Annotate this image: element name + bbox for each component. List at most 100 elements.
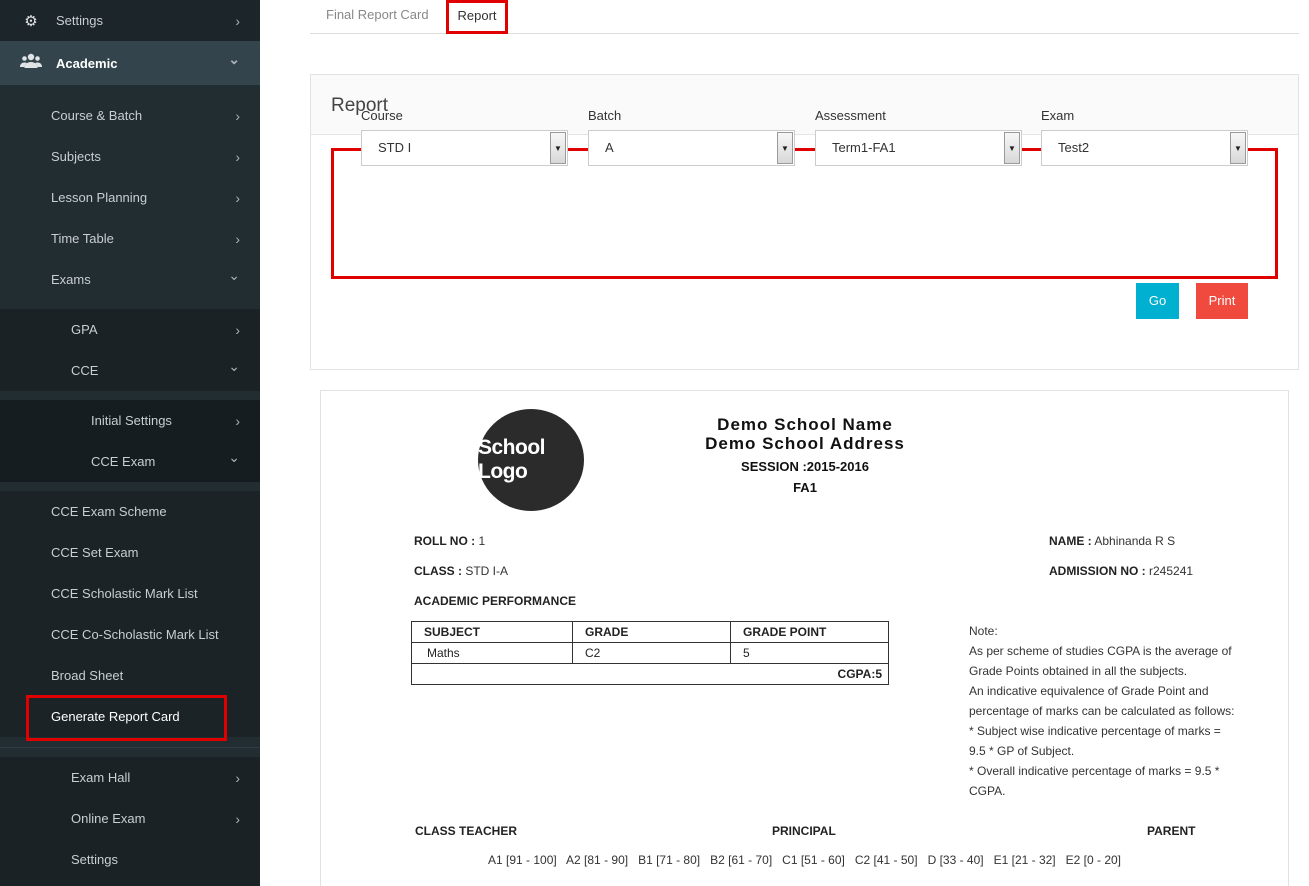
course-field: Course STD I ▼ <box>361 108 568 166</box>
sidebar-item-online-exam[interactable]: Online Exam › <box>0 798 260 839</box>
sidebar-item-initial-settings[interactable]: Initial Settings › <box>0 400 260 441</box>
highlight-box <box>26 695 227 741</box>
tab-bar: Final Report Card Report <box>310 0 1299 34</box>
sidebar-item-cce-exam-scheme[interactable]: CCE Exam Scheme <box>0 491 260 532</box>
exam-field: Exam Test2 ▼ <box>1041 108 1248 166</box>
sidebar-item-course-batch[interactable]: Course & Batch › <box>0 95 260 136</box>
batch-select[interactable]: A ▼ <box>588 130 795 166</box>
note-line: An indicative equivalence of Grade Point… <box>969 684 1209 698</box>
principal-label: PRINCIPAL <box>772 824 836 838</box>
dropdown-arrow-icon: ▼ <box>550 132 566 164</box>
student-name: NAME : Abhinanda R S <box>1049 534 1175 548</box>
chevron-right-icon: › <box>235 810 240 827</box>
exam-label: Exam <box>1041 108 1075 123</box>
cgpa-value: CGPA:5 <box>411 663 889 685</box>
assessment-label: Assessment <box>815 108 886 123</box>
column-header: SUBJECT <box>411 621 573 643</box>
note-line: * Overall indicative percentage of marks… <box>969 764 1220 778</box>
sidebar-item-label: CCE Co-Scholastic Mark List <box>51 627 219 642</box>
batch-label: Batch <box>588 108 622 123</box>
users-icon <box>20 53 42 73</box>
sidebar-item-time-table[interactable]: Time Table › <box>0 218 260 259</box>
table-header-row: SUBJECT GRADE GRADE POINT <box>411 621 889 643</box>
roll-no: ROLL NO : 1 <box>414 534 485 548</box>
sidebar-item-label: CCE Exam Scheme <box>51 504 167 519</box>
sidebar-item-academic[interactable]: Academic ⌄ <box>0 41 260 85</box>
assessment-select[interactable]: Term1-FA1 ▼ <box>815 130 1022 166</box>
chevron-down-icon: ⌄ <box>228 267 240 283</box>
chevron-right-icon: › <box>235 148 240 165</box>
name-value: Abhinanda R S <box>1094 534 1176 548</box>
tab-report[interactable]: Report <box>446 0 508 34</box>
sidebar-item-cce-co-scholastic-mark-list[interactable]: CCE Co-Scholastic Mark List <box>0 614 260 655</box>
assessment-field: Assessment Term1-FA1 ▼ <box>815 108 1022 166</box>
sidebar-item-label: Academic <box>56 55 118 71</box>
note-line: As per scheme of studies CGPA is the ave… <box>969 644 1232 658</box>
school-name: Demo School Name <box>717 415 893 434</box>
sidebar-filler <box>0 880 260 886</box>
go-button[interactable]: Go <box>1136 283 1179 319</box>
assessment-name: FA1 <box>793 480 817 495</box>
school-logo: School Logo <box>478 409 584 511</box>
filter-highlight-box <box>331 148 1278 279</box>
chevron-down-icon: ⌄ <box>228 358 240 374</box>
class-teacher-label: CLASS TEACHER <box>415 824 518 838</box>
sidebar-item-label: Settings <box>56 13 103 28</box>
session: SESSION :2015-2016 <box>741 459 869 474</box>
table-row: Maths C2 5 <box>411 642 889 664</box>
roll-label: ROLL NO : <box>414 534 476 548</box>
sidebar-item-cce-scholastic-mark-list[interactable]: CCE Scholastic Mark List <box>0 573 260 614</box>
course-select-value: STD I <box>378 140 412 155</box>
chevron-right-icon: › <box>235 230 240 247</box>
chevron-right-icon: › <box>235 769 240 786</box>
sidebar-item-gpa[interactable]: GPA › <box>0 309 260 350</box>
tab-final-report-card[interactable]: Final Report Card <box>310 0 445 34</box>
admission-label: ADMISSION NO : <box>1049 564 1146 578</box>
sidebar-item-label: Online Exam <box>71 811 146 826</box>
marks-table: SUBJECT GRADE GRADE POINT Maths C2 5 CGP… <box>411 621 889 685</box>
dropdown-arrow-icon: ▼ <box>1004 132 1020 164</box>
class-label: CLASS : <box>414 564 462 578</box>
sidebar-item-exam-hall[interactable]: Exam Hall › <box>0 757 260 798</box>
parent-label: PARENT <box>1147 824 1196 838</box>
sidebar-item-cce[interactable]: CCE ⌄ <box>0 350 260 391</box>
sidebar-item-settings-bottom[interactable]: Settings <box>0 839 260 880</box>
sidebar-item-lesson-planning[interactable]: Lesson Planning › <box>0 177 260 218</box>
sidebar-item-label: CCE <box>71 363 99 378</box>
dropdown-arrow-icon: ▼ <box>777 132 793 164</box>
sidebar-item-label: Exam Hall <box>71 770 131 785</box>
dropdown-arrow-icon: ▼ <box>1230 132 1246 164</box>
note-line: CGPA. <box>969 784 1006 798</box>
column-header: GRADE <box>572 621 731 643</box>
sidebar-item-label: Initial Settings <box>91 413 172 428</box>
chevron-right-icon: › <box>235 12 240 29</box>
roll-value: 1 <box>478 534 486 548</box>
sidebar-item-label: Course & Batch <box>51 108 143 123</box>
name-label: NAME : <box>1049 534 1092 548</box>
course-select[interactable]: STD I ▼ <box>361 130 568 166</box>
table-cell: C2 <box>572 642 731 664</box>
table-row: CGPA:5 <box>411 663 889 685</box>
sidebar: ⚙ Settings › Academic ⌄ Course & Batch ›… <box>0 0 260 886</box>
note-line: percentage of marks can be calculated as… <box>969 704 1235 718</box>
note-line: Note: <box>969 624 998 638</box>
batch-field: Batch A ▼ <box>588 108 795 166</box>
sidebar-item-cce-set-exam[interactable]: CCE Set Exam <box>0 532 260 573</box>
academic-performance-title: ACADEMIC PERFORMANCE <box>414 594 576 608</box>
note-line: 9.5 * GP of Subject. <box>969 744 1075 758</box>
sidebar-item-broad-sheet[interactable]: Broad Sheet <box>0 655 260 696</box>
sidebar-item-settings[interactable]: ⚙ Settings › <box>0 0 260 41</box>
sidebar-item-cce-exam[interactable]: CCE Exam ⌄ <box>0 441 260 482</box>
chevron-right-icon: › <box>235 412 240 429</box>
chevron-right-icon: › <box>235 189 240 206</box>
chevron-right-icon: › <box>235 107 240 124</box>
class-value: STD I-A <box>465 564 509 578</box>
exam-select[interactable]: Test2 ▼ <box>1041 130 1248 166</box>
divider <box>0 747 260 748</box>
sidebar-item-subjects[interactable]: Subjects › <box>0 136 260 177</box>
exam-select-value: Test2 <box>1058 140 1090 155</box>
sidebar-item-label: CCE Exam <box>91 454 156 469</box>
print-button[interactable]: Print <box>1196 283 1248 319</box>
sidebar-item-exams[interactable]: Exams ⌄ <box>0 259 260 300</box>
batch-select-value: A <box>605 140 614 155</box>
